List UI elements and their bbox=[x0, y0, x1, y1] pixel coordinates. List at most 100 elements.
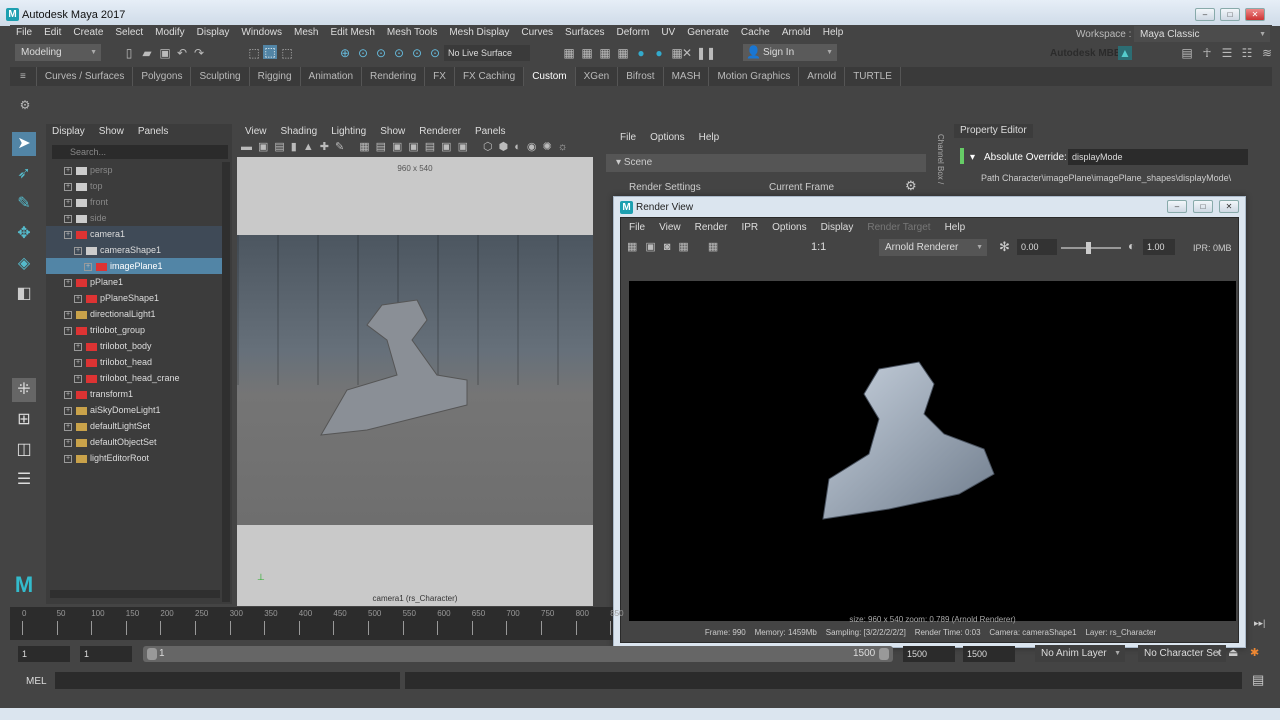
viewport-icon-bar[interactable]: ▬▣▤▮▲✚✎ ▦▤▣▣▤▣▣ ⬡⬢◐◉✺☼ bbox=[241, 140, 591, 156]
select-component-icon[interactable]: ⬚ bbox=[280, 46, 294, 60]
outliner-item[interactable]: + cameraShape1 bbox=[46, 242, 222, 258]
open-scene-icon[interactable]: ▰ bbox=[140, 46, 154, 60]
shelf-settings-icon[interactable]: ⚙ bbox=[18, 98, 32, 112]
snap-grid-icon[interactable]: ⊕ bbox=[338, 46, 352, 60]
expand-icon[interactable]: + bbox=[64, 182, 72, 191]
outliner-item[interactable]: + camera1 bbox=[46, 226, 222, 242]
render-view-menu-display[interactable]: Display bbox=[821, 222, 854, 233]
shelf-tab-motion-graphics[interactable]: Motion Graphics bbox=[709, 67, 800, 86]
menu-display[interactable]: Display bbox=[191, 25, 236, 41]
attribute-editor-icon[interactable]: ☰ bbox=[1220, 46, 1234, 60]
render-setup-menu-file[interactable]: File bbox=[620, 132, 636, 143]
viewport-menu-view[interactable]: View bbox=[245, 126, 267, 137]
expand-icon[interactable]: + bbox=[64, 454, 72, 463]
start-frame-field[interactable]: 1 bbox=[18, 646, 70, 662]
snap-surface-icon[interactable]: ⊙ bbox=[410, 46, 424, 60]
expand-icon[interactable]: + bbox=[64, 214, 72, 223]
playback-end-field[interactable]: 1500 bbox=[903, 646, 955, 662]
animation-prefs-icon[interactable]: ✱ bbox=[1250, 646, 1259, 659]
menu-modify[interactable]: Modify bbox=[149, 25, 190, 41]
channel-box-tab[interactable]: Channel Box / bbox=[936, 134, 945, 184]
outliner-item[interactable]: + imagePlane1 bbox=[46, 258, 222, 274]
menu-cache[interactable]: Cache bbox=[735, 25, 776, 41]
select-hierarchy-icon[interactable]: ⬚ bbox=[247, 46, 261, 60]
renderer-select[interactable]: Arnold Renderer bbox=[879, 239, 987, 256]
lasso-tool-icon[interactable]: ➶ bbox=[12, 162, 36, 186]
tool-settings-icon[interactable]: ☷ bbox=[1240, 46, 1254, 60]
expand-icon[interactable]: + bbox=[64, 326, 72, 335]
command-input[interactable] bbox=[55, 672, 400, 689]
menu-select[interactable]: Select bbox=[109, 25, 149, 41]
redo-icon[interactable]: ↷ bbox=[192, 46, 206, 60]
render-setup-menu-help[interactable]: Help bbox=[699, 132, 720, 143]
outliner-item[interactable]: + pPlane1 bbox=[46, 274, 222, 290]
shelf-tab-rigging[interactable]: Rigging bbox=[250, 67, 301, 86]
expand-icon[interactable]: + bbox=[74, 358, 82, 367]
scale-tool-icon[interactable]: ◧ bbox=[12, 282, 36, 306]
viewport-menu-shading[interactable]: Shading bbox=[281, 126, 318, 137]
menu-mesh-display[interactable]: Mesh Display bbox=[443, 25, 515, 41]
shelf-tab-xgen[interactable]: XGen bbox=[576, 67, 619, 86]
character-controls-icon[interactable]: ☥ bbox=[1200, 46, 1214, 60]
outliner-menu-display[interactable]: Display bbox=[52, 126, 85, 137]
menu-edit-mesh[interactable]: Edit Mesh bbox=[324, 25, 380, 41]
render-view-menu-view[interactable]: View bbox=[659, 222, 681, 233]
mbe-icon[interactable]: ▲ bbox=[1118, 46, 1132, 60]
modeling-toolkit-icon[interactable]: ▤ bbox=[1180, 46, 1194, 60]
shelf-tab-custom[interactable]: Custom bbox=[524, 67, 576, 86]
menu-file[interactable]: File bbox=[10, 25, 38, 41]
scene-row[interactable]: ▾ Scene bbox=[606, 154, 926, 172]
ipr-render-icon[interactable]: ▦ bbox=[598, 46, 612, 60]
rv-close-button[interactable]: ✕ bbox=[1219, 200, 1239, 213]
shelf-tab-curves-surfaces[interactable]: Curves / Surfaces bbox=[37, 67, 134, 86]
menu-surfaces[interactable]: Surfaces bbox=[559, 25, 610, 41]
expand-icon[interactable]: + bbox=[64, 406, 72, 415]
outliner-item[interactable]: + aiSkyDomeLight1 bbox=[46, 402, 222, 418]
outliner-item[interactable]: + pPlaneShape1 bbox=[46, 290, 222, 306]
outliner-item[interactable]: + side bbox=[46, 210, 222, 226]
expand-icon[interactable]: + bbox=[64, 438, 72, 447]
snap-point-icon[interactable]: ⊙ bbox=[374, 46, 388, 60]
paint-select-tool-icon[interactable]: ✎ bbox=[12, 192, 36, 216]
snap-vertex-icon[interactable]: ⊙ bbox=[428, 46, 442, 60]
override-value-field[interactable]: displayMode bbox=[1068, 149, 1248, 165]
script-editor-icon[interactable]: ▤ bbox=[1252, 672, 1264, 688]
expand-icon[interactable]: + bbox=[74, 374, 82, 383]
render-view-menu-render[interactable]: Render bbox=[695, 222, 728, 233]
close-button[interactable]: ✕ bbox=[1245, 8, 1265, 21]
expand-icon[interactable]: + bbox=[64, 278, 72, 287]
render-image[interactable]: size: 960 x 540 zoom: 0.789 (Arnold Rend… bbox=[629, 281, 1236, 624]
menu-create[interactable]: Create bbox=[67, 25, 109, 41]
pause-icon[interactable]: ❚❚ bbox=[696, 46, 716, 60]
property-editor-tab[interactable]: Property Editor bbox=[954, 124, 1033, 138]
render-view-menu-help[interactable]: Help bbox=[945, 222, 966, 233]
two-view-layout-icon[interactable]: ◫ bbox=[12, 438, 36, 462]
four-view-layout-icon[interactable]: ⊞ bbox=[12, 408, 36, 432]
render-sequence-icon[interactable]: ▦ bbox=[580, 46, 594, 60]
outliner-item[interactable]: + top bbox=[46, 178, 222, 194]
expand-icon[interactable]: + bbox=[64, 310, 72, 319]
outliner-menu-panels[interactable]: Panels bbox=[138, 126, 169, 137]
minimize-button[interactable]: – bbox=[1195, 8, 1215, 21]
undo-icon[interactable]: ↶ bbox=[175, 46, 189, 60]
end-frame-field[interactable]: 1500 bbox=[963, 646, 1015, 662]
outliner-item[interactable]: + trilobot_group bbox=[46, 322, 222, 338]
menu-mesh[interactable]: Mesh bbox=[288, 25, 324, 41]
mode-select[interactable]: Modeling bbox=[15, 44, 101, 61]
menu-generate[interactable]: Generate bbox=[681, 25, 735, 41]
gamma-field[interactable]: 1.00 bbox=[1143, 239, 1175, 255]
step-forward-icon[interactable]: ▸▸| bbox=[1254, 618, 1265, 629]
exposure-slider[interactable] bbox=[1061, 242, 1121, 254]
render-view-menu-render-target[interactable]: Render Target bbox=[867, 222, 930, 233]
auto-key-icon[interactable]: ⏏ bbox=[1228, 646, 1238, 659]
expand-icon[interactable]: + bbox=[64, 166, 72, 175]
expand-icon[interactable]: + bbox=[74, 294, 82, 303]
viewport-menu-lighting[interactable]: Lighting bbox=[331, 126, 366, 137]
outliner-item[interactable]: + lightEditorRoot bbox=[46, 450, 222, 466]
menu-uv[interactable]: UV bbox=[655, 25, 681, 41]
channel-box-icon[interactable]: ≋ bbox=[1260, 46, 1274, 60]
expand-icon[interactable]: + bbox=[64, 390, 72, 399]
time-slider[interactable]: 0 50 100 150 200 250 300 350 400 450 500 550 600 650 7… bbox=[10, 607, 624, 640]
rv-maximize-button[interactable]: □ bbox=[1193, 200, 1213, 213]
outliner-layout-icon[interactable]: ☰ bbox=[12, 468, 36, 492]
